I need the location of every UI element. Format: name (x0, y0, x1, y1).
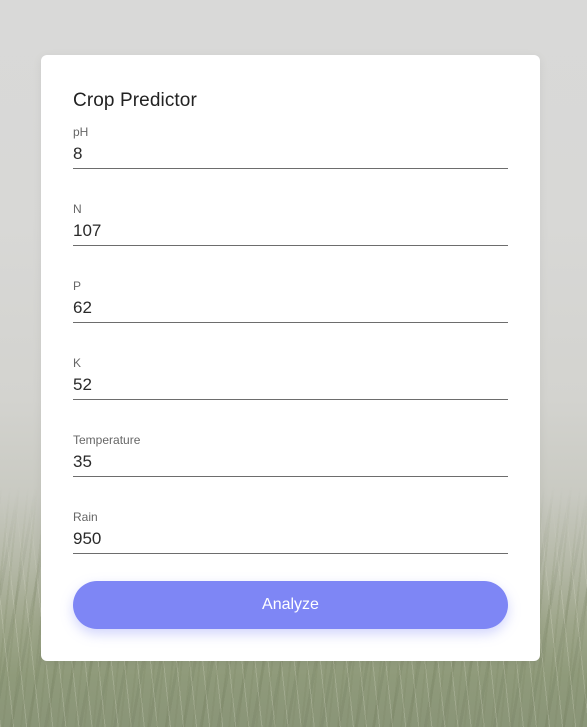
k-label: K (73, 356, 82, 370)
rain-input[interactable] (73, 528, 508, 550)
ph-field: pH (73, 125, 508, 169)
temperature-field: Temperature (73, 433, 508, 477)
crop-predictor-card: Crop Predictor pH N P K Temperature Rain… (41, 55, 540, 661)
temperature-input[interactable] (73, 451, 508, 473)
temperature-label: Temperature (73, 433, 141, 447)
p-field: P (73, 279, 508, 323)
ph-input[interactable] (73, 143, 508, 165)
n-input[interactable] (73, 220, 508, 242)
form-title: Crop Predictor (73, 90, 197, 111)
rain-label: Rain (73, 510, 98, 524)
p-label: P (73, 279, 82, 293)
n-label: N (73, 202, 82, 216)
rain-field: Rain (73, 510, 508, 554)
analyze-button[interactable]: Analyze (73, 581, 508, 629)
k-field: K (73, 356, 508, 400)
ph-label: pH (73, 125, 89, 139)
k-input[interactable] (73, 374, 508, 396)
n-field: N (73, 202, 508, 246)
p-input[interactable] (73, 297, 508, 319)
